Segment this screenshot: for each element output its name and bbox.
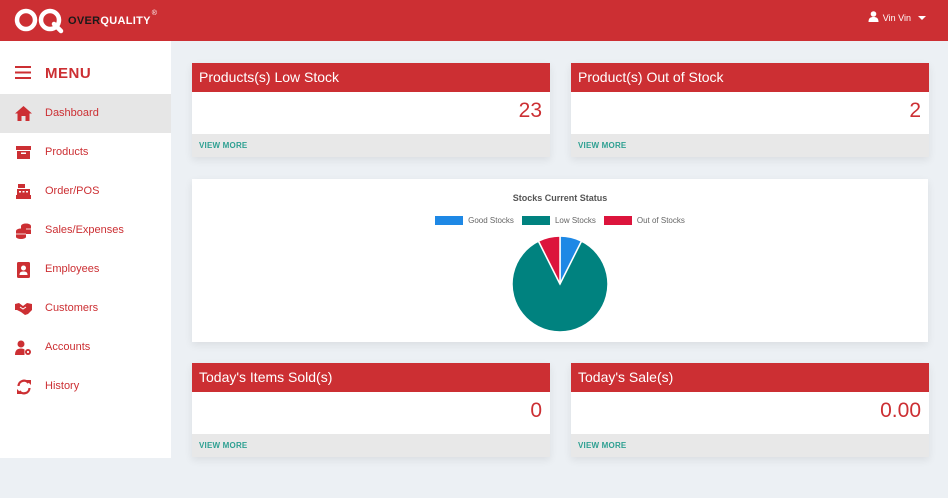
low-stock-card: Products(s) Low Stock 23 VIEW MORE — [192, 63, 550, 157]
chevron-down-icon — [918, 15, 926, 20]
sidebar: MENU Dashboard Products Order/POS Sales/… — [0, 41, 171, 458]
sidebar-item-label: Sales/Expenses — [45, 224, 124, 236]
legend-item[interactable]: Low Stocks — [521, 216, 596, 225]
chart-title: Stocks Current Status — [512, 193, 608, 203]
card-footer: VIEW MORE — [571, 434, 929, 457]
card-value: 23 — [518, 99, 542, 122]
card-footer: VIEW MORE — [192, 134, 550, 157]
card-value: 0.00 — [880, 399, 921, 422]
card-title: Today's Sale(s) — [571, 363, 929, 392]
chart-legend: Good Stocks Low Stocks Out of Stocks — [192, 216, 928, 225]
legend-swatch — [435, 216, 464, 225]
view-more-link[interactable]: VIEW MORE — [199, 441, 247, 450]
legend-swatch — [603, 216, 632, 225]
sidebar-item-products[interactable]: Products — [0, 133, 171, 172]
legend-label: Out of Stocks — [636, 216, 685, 225]
cash-register-icon — [15, 183, 32, 200]
id-badge-icon — [15, 261, 32, 278]
card-footer: VIEW MORE — [192, 434, 550, 457]
legend-label: Low Stocks — [554, 216, 596, 225]
sidebar-item-history[interactable]: History — [0, 367, 171, 406]
menu-header: MENU — [0, 61, 171, 85]
card-title: Products(s) Low Stock — [192, 63, 550, 92]
user-icon — [868, 11, 879, 24]
legend-swatch — [521, 216, 550, 225]
user-menu[interactable]: Vin Vin — [868, 11, 926, 24]
out-of-stock-card: Product(s) Out of Stock 2 VIEW MORE — [571, 63, 929, 157]
card-footer: VIEW MORE — [571, 134, 929, 157]
user-name: Vin Vin — [882, 12, 911, 23]
brand-name-quality: QUALITY — [100, 15, 151, 27]
sidebar-item-label: Accounts — [45, 341, 91, 353]
archive-box-icon — [15, 144, 32, 161]
items-sold-card: Today's Items Sold(s) 0 VIEW MORE — [192, 363, 550, 457]
todays-sales-card: Today's Sale(s) 0.00 VIEW MORE — [571, 363, 929, 457]
sidebar-item-label: Order/POS — [45, 185, 100, 197]
sidebar-item-label: Dashboard — [45, 107, 99, 119]
sidebar-item-label: Products — [45, 146, 89, 158]
pie-chart — [511, 235, 609, 333]
top-bar: OVERQUALITY ® Vin Vin — [0, 0, 948, 41]
brand-logo-mark — [14, 6, 64, 34]
view-more-link[interactable]: VIEW MORE — [578, 441, 626, 450]
registered-mark: ® — [151, 9, 157, 17]
card-title: Product(s) Out of Stock — [571, 63, 929, 92]
card-value: 0 — [530, 399, 542, 422]
hamburger-icon[interactable] — [15, 66, 31, 84]
sidebar-item-dashboard[interactable]: Dashboard — [0, 94, 171, 133]
user-gear-icon — [15, 339, 32, 356]
sync-icon — [15, 378, 32, 395]
brand-name: OVERQUALITY — [68, 15, 151, 27]
card-title: Today's Items Sold(s) — [192, 363, 550, 392]
card-value: 2 — [909, 99, 921, 122]
handshake-icon — [15, 300, 32, 317]
sidebar-item-accounts[interactable]: Accounts — [0, 328, 171, 367]
sidebar-item-employees[interactable]: Employees — [0, 250, 171, 289]
legend-item[interactable]: Out of Stocks — [603, 216, 685, 225]
menu-title: MENU — [45, 65, 92, 82]
view-more-link[interactable]: VIEW MORE — [199, 141, 247, 150]
sidebar-item-customers[interactable]: Customers — [0, 289, 171, 328]
coins-icon — [15, 222, 32, 239]
brand-logo[interactable]: OVERQUALITY ® — [14, 6, 157, 34]
stock-status-chart-card: Stocks Current Status Good Stocks Low Sto… — [192, 179, 928, 342]
sidebar-item-label: Customers — [45, 302, 99, 314]
home-icon — [15, 105, 32, 122]
legend-item[interactable]: Good Stocks — [435, 216, 514, 225]
sidebar-item-sales-expenses[interactable]: Sales/Expenses — [0, 211, 171, 250]
sidebar-item-order-pos[interactable]: Order/POS — [0, 172, 171, 211]
sidebar-item-label: Employees — [45, 263, 100, 275]
view-more-link[interactable]: VIEW MORE — [578, 141, 626, 150]
brand-name-over: OVER — [68, 15, 101, 27]
legend-label: Good Stocks — [468, 216, 514, 225]
sidebar-item-label: History — [45, 380, 80, 392]
